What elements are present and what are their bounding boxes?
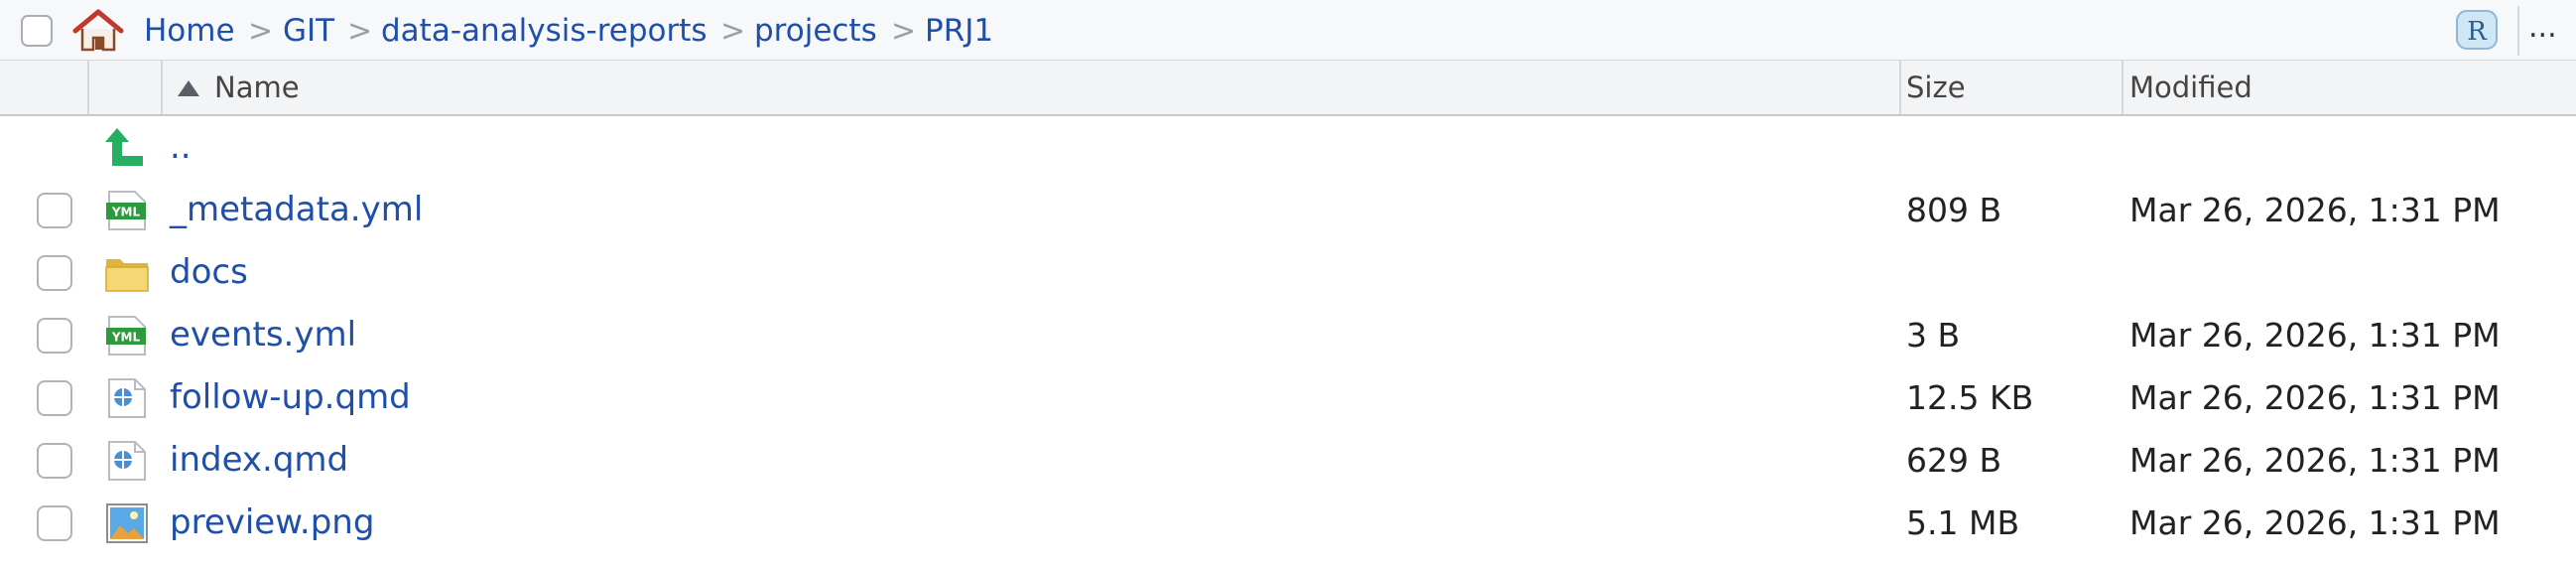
column-divider bbox=[161, 61, 163, 114]
row-checkbox[interactable] bbox=[37, 255, 72, 291]
yml-file-icon: YML bbox=[106, 191, 146, 230]
breadcrumb-separator: > bbox=[720, 14, 746, 49]
file-size: 3 B bbox=[1906, 316, 1961, 355]
file-modified: Mar 26, 2026, 1:31 PM bbox=[2129, 191, 2501, 229]
home-icon[interactable] bbox=[71, 9, 125, 53]
row-checkbox[interactable] bbox=[37, 318, 72, 354]
file-name-link[interactable]: _metadata.yml bbox=[170, 190, 423, 229]
file-size: 629 B bbox=[1906, 441, 2002, 480]
file-size: 12.5 KB bbox=[1906, 378, 2034, 417]
more-options-button[interactable]: ... bbox=[2528, 8, 2557, 48]
file-name-link[interactable]: follow-up.qmd bbox=[170, 377, 411, 417]
row-checkbox[interactable] bbox=[37, 193, 72, 228]
breadcrumb-separator: > bbox=[891, 14, 917, 49]
row-checkbox[interactable] bbox=[37, 380, 72, 416]
yml-file-icon: YML bbox=[106, 316, 146, 356]
file-row[interactable]: follow-up.qmd 12.5 KB Mar 26, 2026, 1:31… bbox=[0, 364, 2576, 427]
file-size: 809 B bbox=[1906, 191, 2002, 229]
file-row[interactable]: YML _metadata.yml 809 B Mar 26, 2026, 1:… bbox=[0, 177, 2576, 239]
select-all-checkbox[interactable] bbox=[21, 15, 53, 47]
file-name-link[interactable]: index.qmd bbox=[170, 440, 348, 480]
column-modified-header[interactable]: Modified bbox=[2129, 70, 2253, 105]
file-browser-pane: Home > GIT > data-analysis-reports > pro… bbox=[0, 0, 2576, 572]
parent-folder-icon bbox=[105, 128, 143, 166]
breadcrumb-prj1[interactable]: PRJ1 bbox=[925, 13, 993, 49]
breadcrumb-separator: > bbox=[347, 14, 373, 49]
file-row[interactable]: index.qmd 629 B Mar 26, 2026, 1:31 PM bbox=[0, 427, 2576, 490]
file-size: 5.1 MB bbox=[1906, 503, 2020, 542]
file-row[interactable]: preview.png 5.1 MB Mar 26, 2026, 1:31 PM bbox=[0, 490, 2576, 552]
user-icon[interactable]: R bbox=[2455, 9, 2499, 51]
qmd-file-icon bbox=[108, 378, 146, 418]
file-modified: Mar 26, 2026, 1:31 PM bbox=[2129, 378, 2501, 417]
file-modified: Mar 26, 2026, 1:31 PM bbox=[2129, 441, 2501, 480]
file-row[interactable]: docs bbox=[0, 239, 2576, 302]
toolbar-divider bbox=[2517, 6, 2519, 56]
folder-icon bbox=[105, 259, 149, 292]
file-name-link[interactable]: events.yml bbox=[170, 315, 356, 355]
breadcrumb-git[interactable]: GIT bbox=[283, 13, 334, 49]
file-modified: Mar 26, 2026, 1:31 PM bbox=[2129, 503, 2501, 542]
column-divider bbox=[2122, 61, 2124, 114]
sort-ascending-icon[interactable] bbox=[177, 79, 200, 97]
svg-text:R: R bbox=[2467, 17, 2488, 47]
file-name-link[interactable]: .. bbox=[170, 127, 192, 167]
file-modified: Mar 26, 2026, 1:31 PM bbox=[2129, 316, 2501, 355]
column-header-row: Name Size Modified bbox=[0, 61, 2576, 116]
file-name-link[interactable]: preview.png bbox=[170, 502, 374, 542]
breadcrumb-separator: > bbox=[248, 14, 274, 49]
breadcrumb-bar: Home > GIT > data-analysis-reports > pro… bbox=[0, 0, 2576, 61]
breadcrumb-projects[interactable]: projects bbox=[754, 13, 877, 49]
svg-text:YML: YML bbox=[111, 206, 141, 219]
breadcrumb-data-analysis-reports[interactable]: data-analysis-reports bbox=[381, 13, 708, 49]
qmd-file-icon bbox=[108, 441, 146, 481]
column-size-header[interactable]: Size bbox=[1906, 70, 1966, 105]
file-row-parent[interactable]: .. bbox=[0, 114, 2576, 177]
column-divider bbox=[87, 61, 89, 114]
image-file-icon bbox=[106, 503, 148, 543]
svg-text:YML: YML bbox=[111, 331, 141, 345]
column-name-header[interactable]: Name bbox=[214, 70, 300, 105]
file-row[interactable]: YML events.yml 3 B Mar 26, 2026, 1:31 PM bbox=[0, 302, 2576, 364]
file-name-link[interactable]: docs bbox=[170, 252, 248, 292]
row-checkbox[interactable] bbox=[37, 443, 72, 479]
row-checkbox[interactable] bbox=[37, 505, 72, 541]
column-divider bbox=[1899, 61, 1901, 114]
breadcrumb-home[interactable]: Home bbox=[144, 13, 235, 49]
